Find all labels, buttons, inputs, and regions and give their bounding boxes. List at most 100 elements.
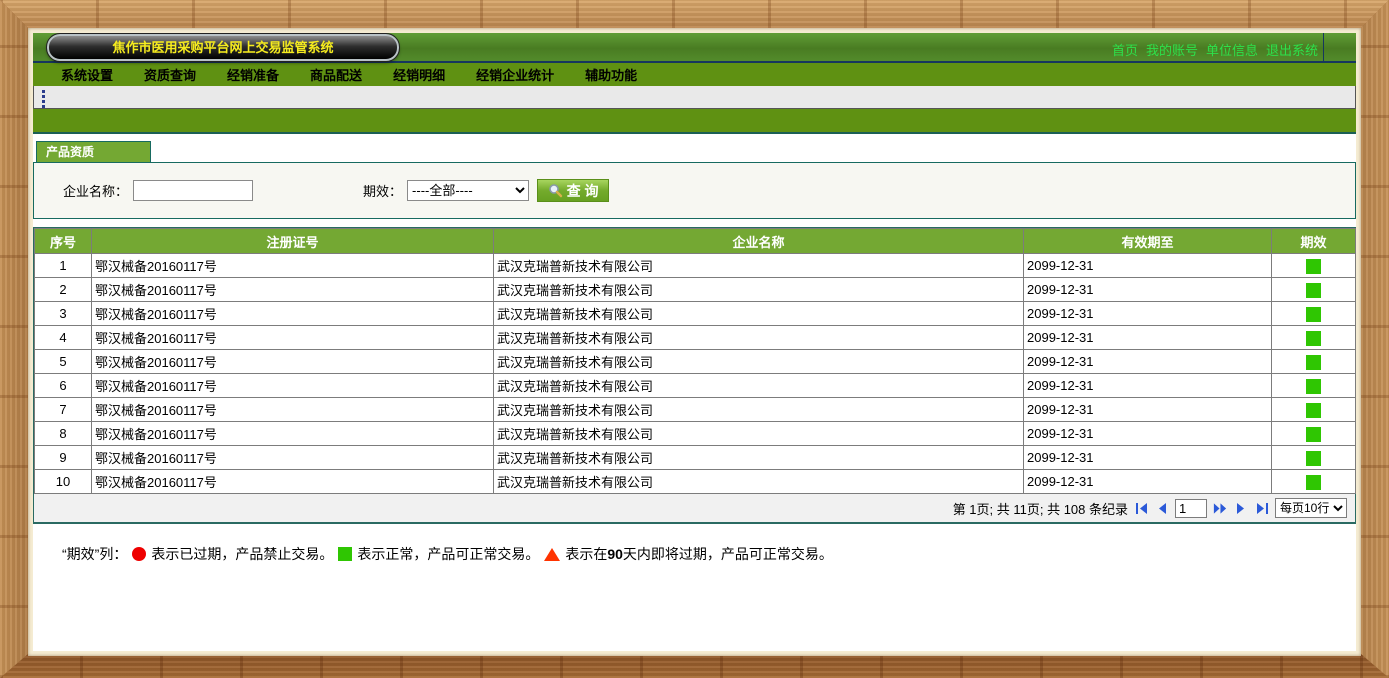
- status-normal-icon: [1306, 259, 1321, 274]
- cell: 武汉克瑞普新技术有限公司: [494, 302, 1024, 326]
- cell: 武汉克瑞普新技术有限公司: [494, 278, 1024, 302]
- table-row: 7鄂汉械备20160117号武汉克瑞普新技术有限公司2099-12-31: [35, 398, 1356, 422]
- status-normal-icon: [1306, 331, 1321, 346]
- system-title-badge: 焦作市医用采购平台网上交易监管系统: [47, 34, 399, 61]
- company-name-input[interactable]: [133, 180, 253, 201]
- legend-text: 天内即将过期，产品可正常交易。: [623, 544, 833, 564]
- first-page-icon[interactable]: [1133, 501, 1149, 515]
- company-name-label: 企业名称：: [63, 181, 128, 200]
- cell: 鄂汉械备20160117号: [92, 422, 494, 446]
- table-row: 5鄂汉械备20160117号武汉克瑞普新技术有限公司2099-12-31: [35, 350, 1356, 374]
- top-bar: 焦作市医用采购平台网上交易监管系统 首页我的账号单位信息退出系统: [33, 33, 1356, 63]
- menu-item-5[interactable]: 经销企业统计: [476, 65, 554, 84]
- cell: 1: [35, 254, 92, 278]
- results-panel: 序号注册证号企业名称有效期至期效 1鄂汉械备20160117号武汉克瑞普新技术有…: [33, 227, 1356, 524]
- cell: 武汉克瑞普新技术有限公司: [494, 422, 1024, 446]
- cell-status: [1272, 302, 1356, 326]
- pagination-summary: 第 1页; 共 11页; 共 108 条纪录: [953, 499, 1128, 518]
- menu-item-1[interactable]: 资质查询: [144, 65, 196, 84]
- prev-page-icon[interactable]: [1154, 501, 1170, 515]
- green-square-icon: [338, 547, 352, 561]
- legend-text: 表示正常，产品可正常交易。: [357, 544, 539, 564]
- cell: 8: [35, 422, 92, 446]
- menu-item-4[interactable]: 经销明细: [393, 65, 445, 84]
- status-normal-icon: [1306, 379, 1321, 394]
- status-normal-icon: [1306, 427, 1321, 442]
- cell: 10: [35, 470, 92, 494]
- top-link-0[interactable]: 首页: [1112, 40, 1138, 59]
- search-panel: 企业名称： 期效： ----全部---- 查 询: [33, 162, 1356, 219]
- cell: 9: [35, 446, 92, 470]
- next-page-icon[interactable]: [1233, 501, 1249, 515]
- column-header: 注册证号: [92, 229, 494, 254]
- cell: 鄂汉械备20160117号: [92, 446, 494, 470]
- cell-status: [1272, 422, 1356, 446]
- drag-grip-icon[interactable]: [42, 90, 45, 108]
- cell: 2: [35, 278, 92, 302]
- column-header: 企业名称: [494, 229, 1024, 254]
- page-number-input[interactable]: [1175, 499, 1207, 518]
- status-normal-icon: [1306, 355, 1321, 370]
- query-button-label: 查 询: [567, 181, 599, 201]
- go-page-icon[interactable]: [1212, 501, 1228, 515]
- cell: 2099-12-31: [1024, 422, 1272, 446]
- top-link-3[interactable]: 退出系统: [1266, 40, 1318, 59]
- cell: 鄂汉械备20160117号: [92, 374, 494, 398]
- wood-frame-top: [0, 0, 1389, 28]
- status-normal-icon: [1306, 475, 1321, 490]
- cell: 2099-12-31: [1024, 446, 1272, 470]
- page-inner: 焦作市医用采购平台网上交易监管系统 首页我的账号单位信息退出系统 系统设置 资质查…: [33, 33, 1356, 651]
- table-row: 9鄂汉械备20160117号武汉克瑞普新技术有限公司2099-12-31: [35, 446, 1356, 470]
- cell: 武汉克瑞普新技术有限公司: [494, 398, 1024, 422]
- cell: 2099-12-31: [1024, 374, 1272, 398]
- period-select[interactable]: ----全部----: [407, 180, 529, 201]
- status-normal-icon: [1306, 283, 1321, 298]
- topbar-divider: [1323, 33, 1324, 63]
- cell: 2099-12-31: [1024, 470, 1272, 494]
- cell: 2099-12-31: [1024, 254, 1272, 278]
- menu-item-0[interactable]: 系统设置: [61, 65, 113, 84]
- red-triangle-icon: [544, 548, 560, 561]
- cell: 武汉克瑞普新技术有限公司: [494, 254, 1024, 278]
- cell: 6: [35, 374, 92, 398]
- status-normal-icon: [1306, 403, 1321, 418]
- wood-frame-right: [1361, 0, 1389, 678]
- cell: 3: [35, 302, 92, 326]
- cell-status: [1272, 470, 1356, 494]
- period-label: 期效：: [363, 181, 402, 200]
- top-link-1[interactable]: 我的账号: [1146, 40, 1198, 59]
- cell: 武汉克瑞普新技术有限公司: [494, 326, 1024, 350]
- last-page-icon[interactable]: [1254, 501, 1270, 515]
- cell-status: [1272, 350, 1356, 374]
- cell: 鄂汉械备20160117号: [92, 326, 494, 350]
- top-link-2[interactable]: 单位信息: [1206, 40, 1258, 59]
- green-band: [33, 109, 1356, 134]
- magnifier-icon: [548, 183, 563, 198]
- cell: 2099-12-31: [1024, 350, 1272, 374]
- toolbar-strip: [33, 86, 1356, 109]
- table-row: 2鄂汉械备20160117号武汉克瑞普新技术有限公司2099-12-31: [35, 278, 1356, 302]
- menu-item-2[interactable]: 经销准备: [227, 65, 279, 84]
- query-button[interactable]: 查 询: [537, 179, 609, 202]
- tab-product-qualification[interactable]: 产品资质: [36, 141, 151, 162]
- table-body: 1鄂汉械备20160117号武汉克瑞普新技术有限公司2099-12-312鄂汉械…: [35, 254, 1356, 494]
- results-table: 序号注册证号企业名称有效期至期效 1鄂汉械备20160117号武汉克瑞普新技术有…: [34, 228, 1356, 494]
- top-links: 首页我的账号单位信息退出系统: [1112, 40, 1318, 59]
- cell-status: [1272, 326, 1356, 350]
- page-size-select[interactable]: 每页10行: [1275, 498, 1347, 518]
- cell: 鄂汉械备20160117号: [92, 302, 494, 326]
- legend-text: 表示在: [565, 544, 607, 564]
- cell: 鄂汉械备20160117号: [92, 350, 494, 374]
- cell: 2099-12-31: [1024, 278, 1272, 302]
- table-header-row: 序号注册证号企业名称有效期至期效: [35, 229, 1356, 254]
- status-normal-icon: [1306, 451, 1321, 466]
- table-row: 3鄂汉械备20160117号武汉克瑞普新技术有限公司2099-12-31: [35, 302, 1356, 326]
- menu-item-3[interactable]: 商品配送: [310, 65, 362, 84]
- table-row: 4鄂汉械备20160117号武汉克瑞普新技术有限公司2099-12-31: [35, 326, 1356, 350]
- wood-frame-bottom: [0, 654, 1389, 678]
- table-row: 6鄂汉械备20160117号武汉克瑞普新技术有限公司2099-12-31: [35, 374, 1356, 398]
- cell: 武汉克瑞普新技术有限公司: [494, 446, 1024, 470]
- menu-item-6[interactable]: 辅助功能: [585, 65, 637, 84]
- cell: 武汉克瑞普新技术有限公司: [494, 374, 1024, 398]
- status-normal-icon: [1306, 307, 1321, 322]
